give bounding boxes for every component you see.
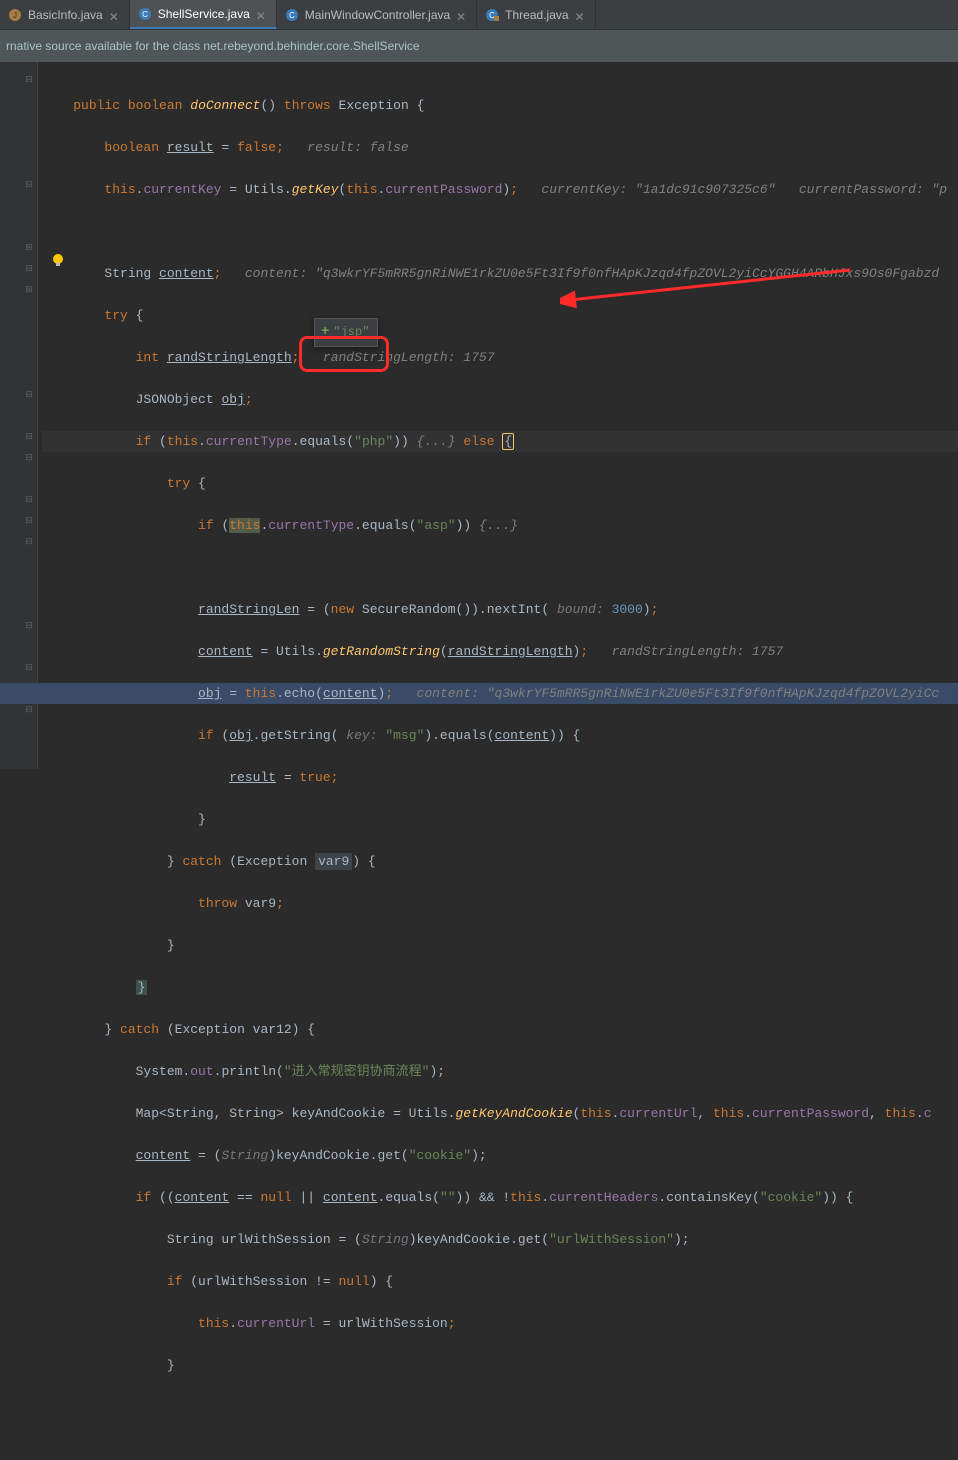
- expand-tooltip[interactable]: + "jsp": [314, 318, 378, 347]
- close-icon[interactable]: ✕: [575, 10, 585, 20]
- java-file-icon: J: [8, 8, 22, 22]
- close-icon[interactable]: ✕: [456, 10, 466, 20]
- fold-icon[interactable]: ⊟: [24, 75, 34, 85]
- tab-label: Thread.java: [505, 8, 568, 22]
- fold-icon[interactable]: ⊟: [24, 432, 34, 442]
- close-icon[interactable]: ✕: [256, 9, 266, 19]
- fold-icon[interactable]: ⊞: [24, 243, 34, 253]
- tooltip-text: "jsp": [333, 322, 369, 343]
- tab-basicinfo[interactable]: J BasicInfo.java ✕: [0, 0, 130, 29]
- fold-icon[interactable]: ⊟: [24, 453, 34, 463]
- close-icon[interactable]: ✕: [109, 10, 119, 20]
- editor-area[interactable]: ⊟ ⊟ ⊞ ⊟ ⊞ ⊟ ⊟ ⊟ ⊟ ⊟ ⊟ ⊟ ⊟ ⊟ public boole…: [0, 62, 958, 769]
- plus-icon: +: [321, 322, 329, 343]
- tab-bar: J BasicInfo.java ✕ C ShellService.java ✕…: [0, 0, 958, 30]
- tab-label: MainWindowController.java: [305, 8, 450, 22]
- fold-icon[interactable]: ⊟: [24, 180, 34, 190]
- svg-text:J: J: [13, 11, 17, 20]
- code-content[interactable]: public boolean doConnect() throws Except…: [38, 62, 958, 769]
- tab-label: ShellService.java: [158, 7, 250, 21]
- fold-icon[interactable]: ⊟: [24, 663, 34, 673]
- svg-text:C: C: [142, 10, 148, 19]
- fold-icon[interactable]: ⊟: [24, 705, 34, 715]
- svg-text:C: C: [289, 11, 295, 20]
- fold-icon[interactable]: ⊟: [24, 537, 34, 547]
- class-file-icon: C: [285, 8, 299, 22]
- decompiled-banner: rnative source available for the class n…: [0, 30, 958, 62]
- fold-icon[interactable]: ⊟: [24, 516, 34, 526]
- fold-icon[interactable]: ⊟: [24, 495, 34, 505]
- tab-label: BasicInfo.java: [28, 8, 103, 22]
- fold-icon[interactable]: ⊞: [24, 285, 34, 295]
- class-file-icon: C: [138, 7, 152, 21]
- tab-mainwindow[interactable]: C MainWindowController.java ✕: [277, 0, 477, 29]
- fold-icon[interactable]: ⊟: [24, 621, 34, 631]
- fold-icon[interactable]: ⊟: [24, 264, 34, 274]
- tab-thread[interactable]: C Thread.java ✕: [477, 0, 595, 29]
- tab-shellservice[interactable]: C ShellService.java ✕: [130, 0, 277, 29]
- gutter[interactable]: ⊟ ⊟ ⊞ ⊟ ⊞ ⊟ ⊟ ⊟ ⊟ ⊟ ⊟ ⊟ ⊟ ⊟: [0, 62, 38, 769]
- fold-icon[interactable]: ⊟: [24, 390, 34, 400]
- class-lock-icon: C: [485, 8, 499, 22]
